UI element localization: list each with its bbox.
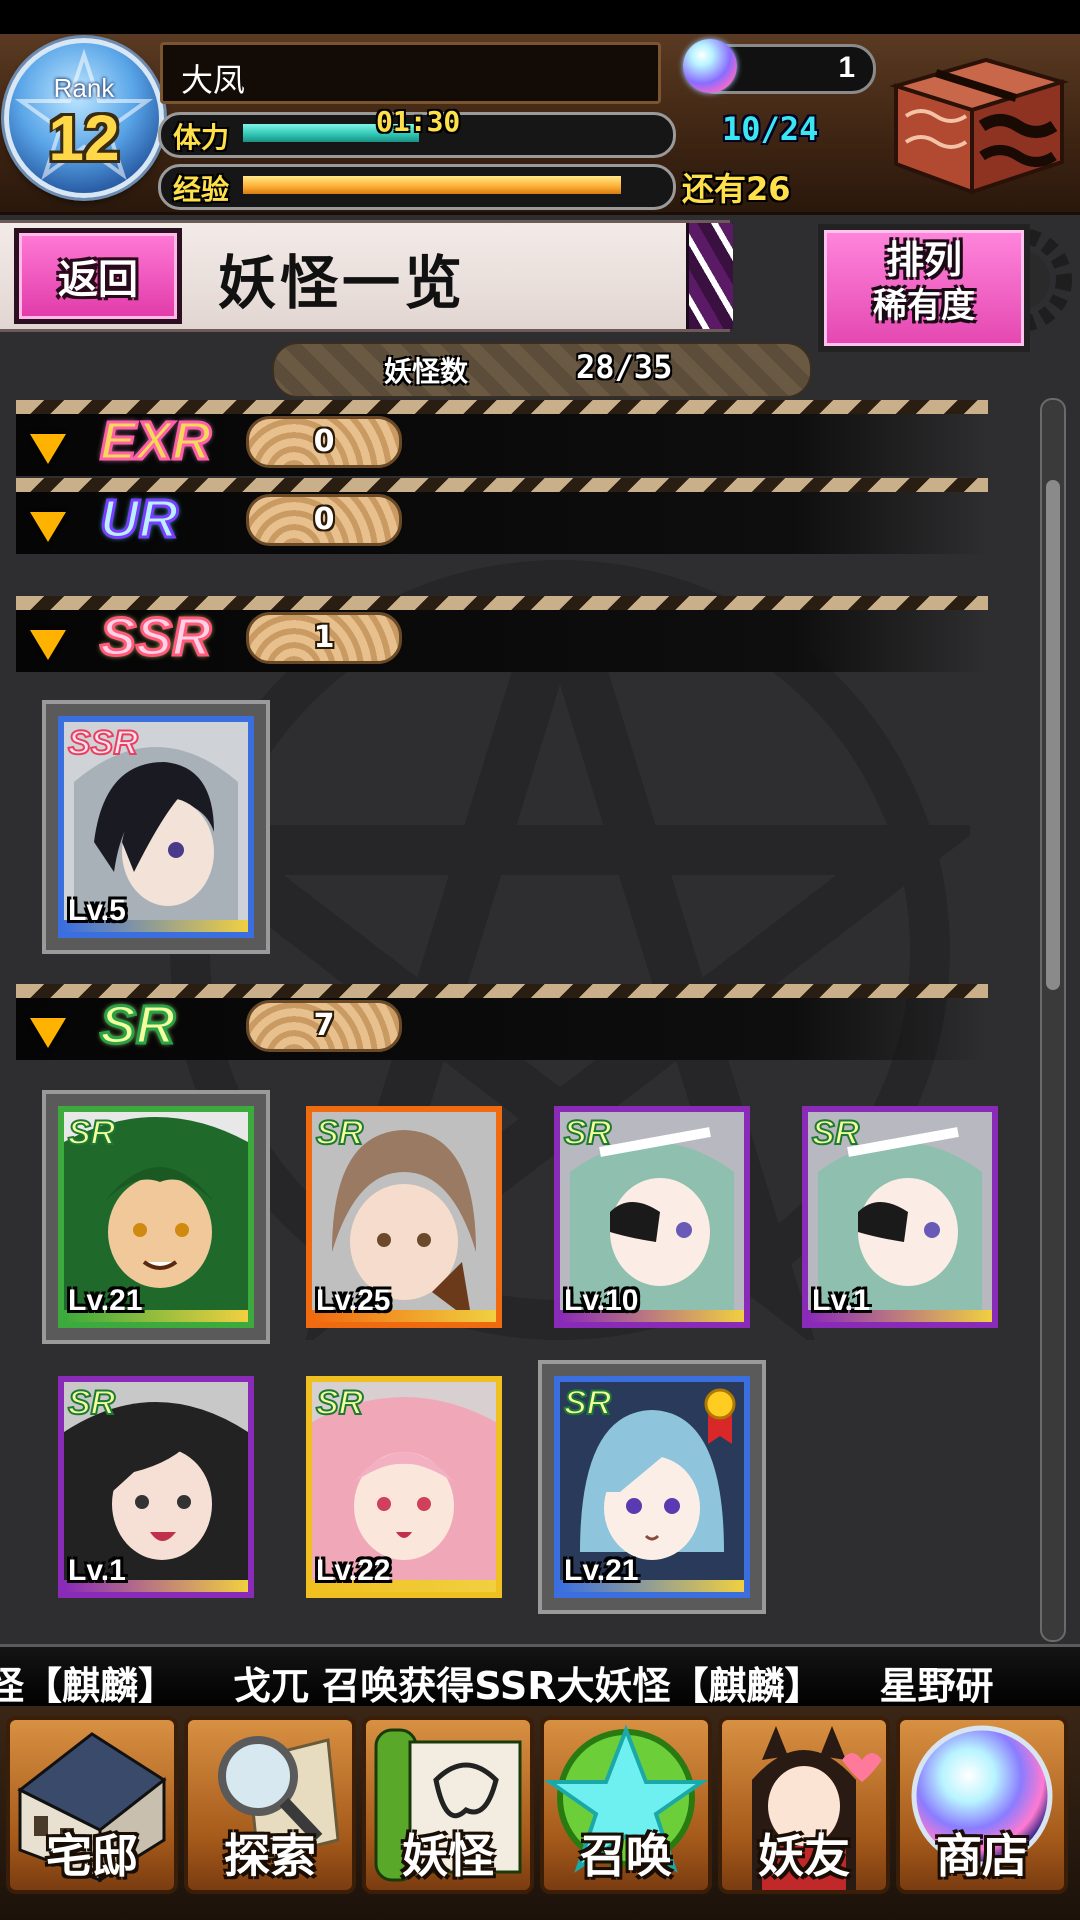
rarity-badge: SR	[315, 1383, 364, 1423]
monster-card[interactable]: SR Lv.21	[554, 1376, 750, 1598]
monster-card[interactable]: SR Lv.1	[58, 1376, 254, 1598]
news-ticker: 怪【麒麟】 戈兀 召唤获得SSR大妖怪【麒麟】 星野研	[0, 1644, 1080, 1709]
rarity-count-pill: 0	[246, 494, 402, 546]
nav-explore[interactable]: 探索	[184, 1716, 356, 1894]
sort-label: 排列	[885, 238, 962, 282]
nav-shop[interactable]: 商店	[896, 1716, 1068, 1894]
player-name: 大凤	[181, 61, 246, 99]
stamina-count: 10/24	[722, 110, 819, 148]
rarity-count-pill: 0	[246, 416, 402, 468]
exp-label: 经验	[173, 173, 230, 206]
scrollbar[interactable]	[1040, 398, 1066, 1642]
player-name-box: 大凤	[160, 42, 661, 104]
rank-label: Rank	[53, 73, 115, 103]
treasure-box-icon[interactable]	[876, 46, 1072, 196]
rarity-header-ur[interactable]: UR 0	[16, 478, 988, 556]
stamina-timer: 01:30	[376, 105, 461, 138]
rarity-badge: SR	[67, 1383, 116, 1423]
nav-monsters[interactable]: 妖怪	[362, 1716, 534, 1894]
back-button[interactable]: 返回	[14, 228, 182, 324]
expand-arrow-icon	[30, 512, 66, 542]
rarity-badge: SR	[563, 1383, 612, 1423]
rarity-header-sr[interactable]: SR 7	[16, 984, 988, 1062]
level-label: Lv.21	[564, 1554, 639, 1587]
nav-label: 宅邸	[46, 1829, 138, 1883]
gem-count: 1	[838, 51, 855, 84]
medal-icon	[704, 1388, 736, 1444]
level-label: Lv.25	[316, 1284, 391, 1317]
ticker-text: 怪【麒麟】 戈兀 召唤获得SSR大妖怪【麒麟】 星野研	[0, 1664, 994, 1708]
title-stripe	[686, 223, 733, 329]
rarity-count-pill: 7	[246, 1000, 402, 1052]
rarity-count: 0	[313, 502, 335, 537]
rarity-badge: SR	[811, 1113, 860, 1153]
player-header: Rank 12 大凤 体力 01:30 10/24 经验 还有26 1	[0, 34, 1080, 215]
monster-card[interactable]: SR Lv.1	[802, 1106, 998, 1328]
monster-card[interactable]: SSR Lv.5	[58, 716, 254, 938]
monster-card[interactable]: SR Lv.25	[306, 1106, 502, 1328]
rarity-count: 0	[313, 424, 335, 459]
exp-fill	[243, 176, 621, 194]
gem-icon	[683, 39, 737, 93]
nav-label: 召唤	[580, 1829, 672, 1883]
back-label: 返回	[58, 257, 138, 303]
rarity-header-ssr[interactable]: SSR 1	[16, 596, 988, 674]
level-label: Lv.1	[812, 1284, 870, 1317]
level-label: Lv.22	[316, 1554, 391, 1587]
sort-button[interactable]: 排列 稀有度	[818, 224, 1030, 352]
level-label: Lv.5	[68, 894, 126, 927]
level-label: Lv.21	[68, 1284, 143, 1317]
rarity-badge: SR	[563, 1113, 612, 1153]
rarity-count-pill: 1	[246, 612, 402, 664]
monster-count-label: 妖怪数	[384, 355, 469, 388]
rarity-count: 1	[313, 620, 335, 655]
expand-arrow-icon	[30, 434, 66, 464]
rarity-name: SSR	[98, 606, 212, 669]
rank-badge[interactable]: Rank 12	[4, 38, 164, 198]
nav-summon[interactable]: 召唤	[540, 1716, 712, 1894]
nav-label: 妖怪	[402, 1829, 494, 1883]
nav-label: 商店	[936, 1829, 1028, 1883]
monster-card[interactable]: SR Lv.21	[58, 1106, 254, 1328]
rarity-name: UR	[99, 488, 180, 551]
rarity-header-exr[interactable]: EXR 0	[16, 400, 988, 478]
sort-value: 稀有度	[873, 286, 975, 326]
monster-count-value: 28/35	[576, 348, 673, 386]
bottom-nav: 宅邸 探索 妖怪 召唤 妖友 商店	[0, 1706, 1080, 1920]
page-title: 妖怪一览	[218, 249, 467, 317]
monster-card[interactable]: SR Lv.22	[306, 1376, 502, 1598]
nav-mansion[interactable]: 宅邸	[6, 1716, 178, 1894]
expand-arrow-icon	[30, 1018, 66, 1048]
rank-number: 12	[48, 102, 120, 174]
nav-label: 妖友	[758, 1829, 850, 1883]
rarity-name: EXR	[98, 410, 212, 473]
monster-count-pill: 妖怪数 28/35	[272, 342, 812, 398]
level-label: Lv.1	[68, 1554, 126, 1587]
scrollbar-thumb[interactable]	[1046, 480, 1060, 990]
rarity-badge: SR	[315, 1113, 364, 1153]
exp-bar: 经验	[158, 164, 676, 210]
monster-card[interactable]: SR Lv.10	[554, 1106, 750, 1328]
stamina-bar: 体力 01:30	[158, 105, 676, 158]
rarity-name: SR	[98, 994, 176, 1057]
gem-counter[interactable]: 1	[683, 39, 876, 94]
nav-friends[interactable]: 妖友	[718, 1716, 890, 1894]
expand-arrow-icon	[30, 630, 66, 660]
stamina-label: 体力	[173, 121, 230, 154]
rarity-count: 7	[313, 1008, 335, 1043]
nav-label: 探索	[224, 1829, 316, 1883]
rarity-badge: SR	[67, 1113, 116, 1153]
rarity-badge: SSR	[67, 723, 139, 763]
status-bar	[0, 0, 1080, 34]
level-label: Lv.10	[564, 1284, 639, 1317]
exp-remaining: 还有26	[682, 170, 791, 208]
